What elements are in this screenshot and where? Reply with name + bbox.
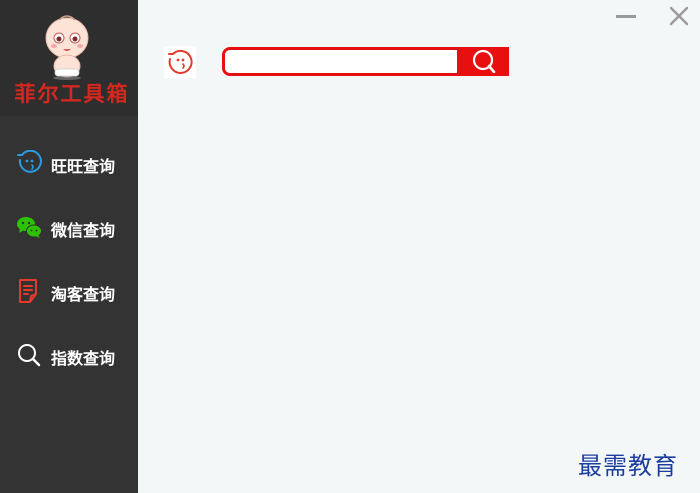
wangwang-icon <box>168 49 193 74</box>
sidebar-item-index[interactable]: 指数查询 <box>0 333 138 377</box>
brand-name: 菲尔工具箱 <box>14 81 130 106</box>
sidebar-item-wangwang[interactable]: 旺旺查询 <box>0 141 138 185</box>
wangwang-logo <box>164 46 196 78</box>
sidebar-item-wechat[interactable]: 微信查询 <box>0 205 138 249</box>
sidebar-item-label: 淘客查询 <box>51 285 116 304</box>
search-icon <box>472 50 496 73</box>
sidebar-item-label: 旺旺查询 <box>51 157 116 176</box>
document-icon <box>19 279 37 303</box>
sidebar-item-label: 指数查询 <box>51 349 116 368</box>
sidebar-item-taoke[interactable]: 淘客查询 <box>0 269 138 313</box>
baby-mascot-logo <box>45 15 89 80</box>
search-input[interactable] <box>225 50 457 73</box>
minimize-button[interactable] <box>616 8 636 26</box>
watermark-text: 最需教育 <box>578 452 678 480</box>
search-button[interactable] <box>457 50 506 73</box>
wangwang-icon <box>17 150 42 173</box>
sidebar: 菲尔工具箱 旺旺查询 微信查询 淘客查询 指数查询 <box>0 0 138 493</box>
brand-area: 菲尔工具箱 <box>0 0 138 116</box>
close-button[interactable] <box>668 5 690 27</box>
search-box <box>222 47 509 76</box>
search-icon <box>18 344 41 367</box>
sidebar-item-label: 微信查询 <box>51 221 116 240</box>
close-icon <box>669 6 689 26</box>
wechat-icon <box>17 217 42 238</box>
